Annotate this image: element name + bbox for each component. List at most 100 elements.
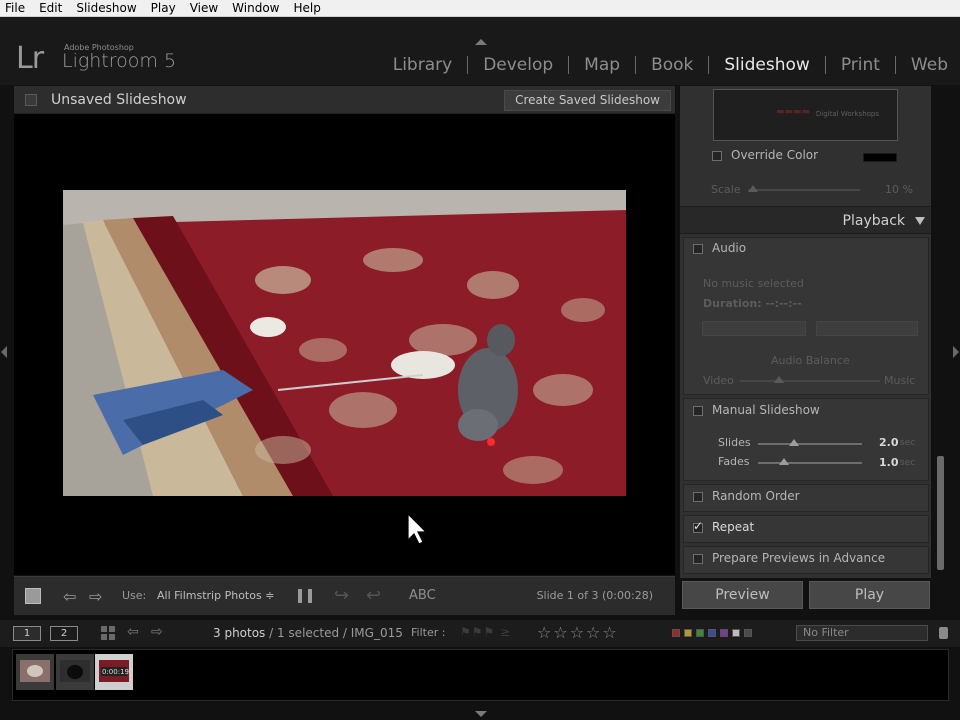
override-color-swatch[interactable] xyxy=(863,153,897,162)
right-panel: ▬▬▬▬ Digital Workshops Override Color Sc… xyxy=(680,86,931,578)
slides-unit: sec xyxy=(900,438,916,448)
manual-slideshow-checkbox[interactable] xyxy=(693,406,703,416)
fades-slider-thumb[interactable] xyxy=(779,458,789,465)
scale-slider[interactable] xyxy=(748,189,860,191)
audio-label: Audio xyxy=(712,241,747,255)
use-select[interactable]: All Filmstrip Photos ≑ xyxy=(157,589,274,602)
rotate-right-icon[interactable]: ↩ xyxy=(366,585,381,606)
color-label-swatch[interactable] xyxy=(672,629,680,637)
override-color-checkbox[interactable] xyxy=(712,151,722,161)
grid-view-icon[interactable] xyxy=(101,626,115,640)
preview-button[interactable]: Preview xyxy=(682,581,803,609)
flag-filter-icons[interactable]: ⚑⚑⚑ ≥ xyxy=(460,625,511,639)
identity-plate-preview[interactable]: ▬▬▬▬ Digital Workshops xyxy=(713,89,898,141)
slides-label: Slides xyxy=(718,436,751,449)
photo-selection: / 1 selected / IMG_015 xyxy=(265,626,403,640)
identity-plate-mark: ▬▬▬▬ xyxy=(776,107,811,117)
fades-label: Fades xyxy=(718,455,750,468)
mouse-cursor-icon xyxy=(407,512,428,545)
add-text-button[interactable]: ABC xyxy=(409,588,436,603)
random-order-checkbox[interactable] xyxy=(693,492,703,502)
collapse-left-panel-icon[interactable] xyxy=(1,346,7,358)
video-duration-badge: 0:00:19 xyxy=(102,668,129,676)
scale-value: 10 % xyxy=(885,183,913,196)
forward-arrow-icon[interactable]: ⇨ xyxy=(151,624,163,640)
filter-select[interactable]: No Filter xyxy=(796,625,928,641)
fades-slider[interactable] xyxy=(758,462,862,464)
menu-slideshow[interactable]: Slideshow xyxy=(69,0,143,17)
next-slide-icon[interactable]: ⇨ xyxy=(89,587,102,606)
play-button[interactable]: Play xyxy=(809,581,930,609)
fit-to-music-button[interactable] xyxy=(816,321,918,336)
pause-icon[interactable] xyxy=(298,589,312,603)
duration-text: Duration: --:--:-- xyxy=(703,297,802,310)
filmstrip-thumbnail-selected[interactable]: 0:00:19 xyxy=(95,654,133,690)
tab-print[interactable]: Print xyxy=(826,55,895,75)
tab-map[interactable]: Map xyxy=(569,55,635,75)
menu-view[interactable]: View xyxy=(183,0,225,17)
color-label-filters[interactable] xyxy=(672,629,756,637)
slideshow-doc-icon xyxy=(25,94,37,106)
random-order-label: Random Order xyxy=(712,489,800,503)
prepare-previews-label: Prepare Previews in Advance xyxy=(712,551,886,565)
no-music-text: No music selected xyxy=(703,277,804,290)
slideshow-title: Unsaved Slideshow xyxy=(51,92,187,108)
identity-plate-text: Digital Workshops xyxy=(815,110,879,118)
menu-file[interactable]: File xyxy=(0,0,32,17)
tab-web[interactable]: Web xyxy=(896,55,948,75)
color-label-swatch[interactable] xyxy=(696,629,704,637)
collapse-playback-icon[interactable] xyxy=(915,217,925,225)
tab-develop[interactable]: Develop xyxy=(468,55,568,75)
color-label-swatch[interactable] xyxy=(708,629,716,637)
audio-checkbox[interactable] xyxy=(693,244,703,254)
audio-balance-slider[interactable] xyxy=(740,380,880,382)
color-label-swatch[interactable] xyxy=(720,629,728,637)
menu-edit[interactable]: Edit xyxy=(32,0,69,17)
lock-icon[interactable] xyxy=(939,627,948,639)
main-window-button[interactable]: 1 xyxy=(13,626,41,641)
select-music-button[interactable] xyxy=(702,321,806,336)
star-filter-icons[interactable]: ☆☆☆☆☆ xyxy=(537,623,619,642)
filmstrip-thumbnail[interactable] xyxy=(16,654,54,690)
menu-window[interactable]: Window xyxy=(225,0,286,17)
slide-status: Slide 1 of 3 (0:00:28) xyxy=(536,589,653,602)
tab-book[interactable]: Book xyxy=(636,55,708,75)
menu-help[interactable]: Help xyxy=(287,0,328,17)
color-label-swatch[interactable] xyxy=(732,629,740,637)
audio-balance-left: Video xyxy=(703,374,734,387)
preview-play-buttons: Preview Play xyxy=(680,581,931,611)
second-window-button[interactable]: 2 xyxy=(50,626,78,641)
color-label-swatch[interactable] xyxy=(744,629,752,637)
audio-balance-thumb[interactable] xyxy=(774,376,784,383)
slides-slider[interactable] xyxy=(758,443,862,445)
prepare-previews-checkbox[interactable] xyxy=(693,554,703,564)
photo-count: 3 photos / 1 selected / IMG_015 xyxy=(213,626,403,640)
thumbnail-image xyxy=(60,660,90,682)
back-arrow-icon[interactable]: ⇦ xyxy=(127,624,139,640)
collapse-top-panel-icon[interactable] xyxy=(475,39,487,45)
create-saved-slideshow-button[interactable]: Create Saved Slideshow xyxy=(504,90,671,111)
previous-slide-icon[interactable]: ⇦ xyxy=(63,587,76,606)
right-panel-scrollbar[interactable] xyxy=(937,456,944,570)
scale-slider-thumb[interactable] xyxy=(748,185,758,192)
filmstrip-thumbnail[interactable] xyxy=(56,654,94,690)
collapse-bottom-panel-icon[interactable] xyxy=(475,711,487,717)
menu-play[interactable]: Play xyxy=(144,0,183,17)
slides-value: 2.0 xyxy=(879,436,899,449)
fades-unit: sec xyxy=(900,458,916,468)
tab-library[interactable]: Library xyxy=(378,55,467,75)
tab-slideshow[interactable]: Slideshow xyxy=(709,55,824,75)
playback-header[interactable]: Playback xyxy=(680,206,931,234)
repeat-label: Repeat xyxy=(712,520,755,534)
scale-label: Scale xyxy=(711,183,741,196)
color-label-swatch[interactable] xyxy=(684,629,692,637)
collapse-right-panel-icon[interactable] xyxy=(953,346,959,358)
stop-icon[interactable] xyxy=(25,588,41,604)
thumbnail-image xyxy=(20,660,50,682)
slides-slider-thumb[interactable] xyxy=(789,439,800,446)
filter-label: Filter : xyxy=(411,626,446,639)
slide-photo xyxy=(63,190,626,496)
rotate-left-icon[interactable]: ↪ xyxy=(334,585,349,606)
module-tabs: Library Develop Map Book Slideshow Print… xyxy=(378,55,948,75)
repeat-checkbox[interactable] xyxy=(693,519,703,533)
